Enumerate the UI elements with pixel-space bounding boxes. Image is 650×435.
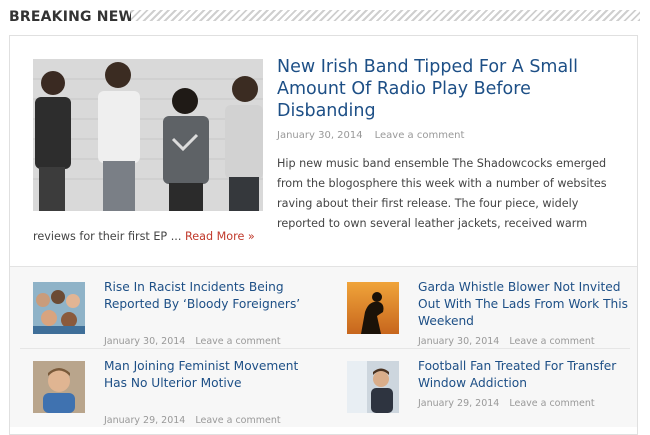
featured-meta: January 30, 2014 Leave a comment: [277, 130, 464, 141]
grid-divider: [20, 348, 630, 349]
item-date: January 29, 2014: [418, 398, 500, 409]
item-thumbnail[interactable]: [33, 282, 85, 334]
featured-excerpt: Hip new music band ensemble The Shadowco…: [277, 157, 607, 230]
item-meta: January 29, 2014 Leave a comment: [104, 415, 281, 426]
header-stripes: [131, 10, 640, 21]
featured-thumbnail[interactable]: [33, 59, 263, 211]
item-meta: January 30, 2014 Leave a comment: [104, 336, 281, 347]
item-meta: January 30, 2014 Leave a comment: [418, 336, 595, 347]
featured-date: January 30, 2014: [277, 130, 363, 141]
item-date: January 29, 2014: [104, 415, 186, 426]
item-date: January 30, 2014: [418, 336, 500, 347]
section-header: BREAKING NEWS: [9, 6, 640, 28]
item-date: January 30, 2014: [104, 336, 186, 347]
item-comments-link[interactable]: Leave a comment: [509, 398, 594, 409]
item-comments-link[interactable]: Leave a comment: [509, 336, 594, 347]
item-title[interactable]: Man Joining Feminist Movement Has No Ult…: [104, 358, 314, 392]
item-comments-link[interactable]: Leave a comment: [195, 415, 280, 426]
item-meta: January 29, 2014 Leave a comment: [418, 398, 595, 409]
section-title: BREAKING NEWS: [9, 9, 145, 25]
item-thumbnail[interactable]: [347, 361, 399, 413]
item-title[interactable]: Football Fan Treated For Transfer Window…: [418, 358, 628, 392]
item-thumbnail[interactable]: [33, 361, 85, 413]
read-more-link[interactable]: Read More »: [185, 230, 255, 243]
item-comments-link[interactable]: Leave a comment: [195, 336, 280, 347]
featured-title[interactable]: New Irish Band Tipped For A Small Amount…: [277, 56, 607, 122]
item-title[interactable]: Rise In Racist Incidents Being Reported …: [104, 279, 314, 313]
featured-excerpt-tail: reviews for their first EP ... Read More…: [33, 229, 255, 245]
item-title[interactable]: Garda Whistle Blower Not Invited Out Wit…: [418, 279, 628, 330]
item-thumbnail[interactable]: [347, 282, 399, 334]
featured-comments-link[interactable]: Leave a comment: [375, 130, 465, 141]
excerpt-tail-text: reviews for their first EP ...: [33, 230, 182, 243]
